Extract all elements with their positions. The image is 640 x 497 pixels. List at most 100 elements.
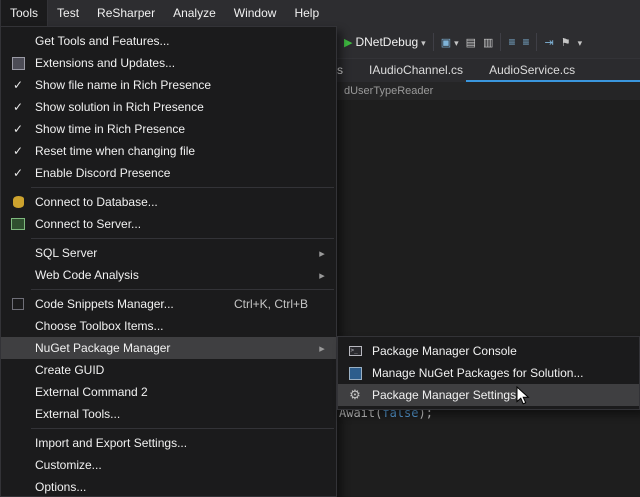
menu-item-label: SQL Server <box>35 246 310 260</box>
extensions-box-icon <box>12 57 25 70</box>
menubar-item-window[interactable]: Window <box>225 0 286 26</box>
menu-item-label: Extensions and Updates... <box>35 56 334 70</box>
menu-icon-slot <box>342 387 368 403</box>
menu-icon-slot <box>5 144 31 158</box>
tab-iaudiochannel[interactable]: IAudioChannel.cs <box>356 59 476 82</box>
submenu-arrow-icon <box>310 246 334 260</box>
menu-item-enable-discord-presence[interactable]: Enable Discord Presence <box>1 162 336 184</box>
submenu-item-manage-nuget-packages[interactable]: Manage NuGet Packages for Solution... <box>338 362 639 384</box>
chevron-down-icon[interactable] <box>454 35 459 49</box>
menu-item-nuget-package-manager[interactable]: NuGet Package Manager <box>1 337 336 359</box>
menu-item-label: Reset time when changing file <box>35 144 334 158</box>
list-icon <box>508 35 515 49</box>
menu-item-import-export-settings[interactable]: Import and Export Settings... <box>1 432 336 454</box>
menu-item-extensions-and-updates[interactable]: Extensions and Updates... <box>1 52 336 74</box>
gear-icon <box>349 387 361 403</box>
menu-item-label: External Tools... <box>35 407 334 421</box>
menu-item-label: External Command 2 <box>35 385 334 399</box>
menu-item-label: Code Snippets Manager... <box>35 297 234 311</box>
menu-item-web-code-analysis[interactable]: Web Code Analysis <box>1 264 336 286</box>
tools-menu: Get Tools and Features... Extensions and… <box>0 26 337 497</box>
toolbar-separator <box>433 33 434 51</box>
menu-item-reset-time[interactable]: Reset time when changing file <box>1 140 336 162</box>
tab-audioservice[interactable]: AudioService.cs <box>476 59 588 82</box>
menu-item-label: Enable Discord Presence <box>35 166 334 180</box>
menu-item-get-tools-and-features[interactable]: Get Tools and Features... <box>1 30 336 52</box>
menu-icon-slot <box>5 100 31 114</box>
document-icon <box>483 35 493 49</box>
play-icon <box>344 35 352 49</box>
console-icon <box>349 346 362 356</box>
menu-item-label: Show file name in Rich Presence <box>35 78 334 92</box>
menu-item-customize[interactable]: Customize... <box>1 454 336 476</box>
debug-target-label: DNetDebug <box>355 35 418 49</box>
menu-item-show-time[interactable]: Show time in Rich Presence <box>1 118 336 140</box>
menubar: Tools Test ReSharper Analyze Window Help <box>0 0 640 26</box>
check-icon <box>13 100 23 114</box>
list-button-2[interactable] <box>522 35 529 49</box>
menu-item-code-snippets-manager[interactable]: Code Snippets Manager... Ctrl+K, Ctrl+B <box>1 293 336 315</box>
menu-item-show-solution[interactable]: Show solution in Rich Presence <box>1 96 336 118</box>
submenu-arrow-icon <box>310 341 334 355</box>
menu-item-label: Create GUID <box>35 363 334 377</box>
snippet-box-icon <box>12 298 24 310</box>
menubar-item-resharper[interactable]: ReSharper <box>88 0 164 26</box>
menu-icon-slot <box>5 57 31 70</box>
chevron-down-icon[interactable] <box>421 35 426 49</box>
menu-icon-slot <box>5 166 31 180</box>
database-icon <box>13 196 24 208</box>
menu-icon-slot <box>5 298 31 310</box>
menu-item-connect-to-server[interactable]: Connect to Server... <box>1 213 336 235</box>
menu-item-external-command-2[interactable]: External Command 2 <box>1 381 336 403</box>
menu-icon-slot <box>5 78 31 92</box>
start-debugging-button[interactable]: DNetDebug <box>344 35 426 49</box>
menu-separator <box>31 187 334 188</box>
menubar-item-test[interactable]: Test <box>48 0 88 26</box>
split-pane-button[interactable] <box>466 35 476 49</box>
attach-button[interactable] <box>441 35 459 49</box>
indent-button[interactable] <box>544 35 553 49</box>
menu-item-shortcut: Ctrl+K, Ctrl+B <box>234 297 334 311</box>
menu-icon-slot <box>342 346 368 356</box>
bookmark-flag-icon <box>561 35 571 49</box>
menu-item-options[interactable]: Options... <box>1 476 336 497</box>
list-button-1[interactable] <box>508 35 515 49</box>
menu-item-label: Choose Toolbox Items... <box>35 319 334 333</box>
toolbar-separator <box>500 33 501 51</box>
list-icon <box>522 35 529 49</box>
menubar-item-tools[interactable]: Tools <box>0 0 48 26</box>
menubar-item-help[interactable]: Help <box>285 0 328 26</box>
member-dropdown[interactable]: dUserTypeReader <box>344 85 433 97</box>
server-icon <box>11 218 25 230</box>
menu-item-show-file-name[interactable]: Show file name in Rich Presence <box>1 74 336 96</box>
menu-icon-slot <box>5 122 31 136</box>
visual-studio-window: Tools Test ReSharper Analyze Window Help… <box>0 0 640 497</box>
menu-item-label: NuGet Package Manager <box>35 341 310 355</box>
bookmark-button[interactable] <box>561 35 571 49</box>
menu-icon-slot <box>342 367 368 380</box>
menu-item-label: Package Manager Settings <box>372 388 637 402</box>
document-button[interactable] <box>483 35 493 49</box>
menu-item-label: Show solution in Rich Presence <box>35 100 334 114</box>
menu-item-connect-to-database[interactable]: Connect to Database... <box>1 191 336 213</box>
toolbar-separator <box>536 33 537 51</box>
menu-item-sql-server[interactable]: SQL Server <box>1 242 336 264</box>
menu-item-external-tools[interactable]: External Tools... <box>1 403 336 425</box>
toolbar-overflow-button[interactable] <box>578 35 583 49</box>
menu-item-create-guid[interactable]: Create GUID <box>1 359 336 381</box>
menu-icon-slot <box>5 218 31 230</box>
check-icon <box>13 78 23 92</box>
check-icon <box>13 122 23 136</box>
menu-item-choose-toolbox-items[interactable]: Choose Toolbox Items... <box>1 315 336 337</box>
submenu-item-package-manager-console[interactable]: Package Manager Console <box>338 340 639 362</box>
mouse-cursor <box>516 386 530 406</box>
menu-item-label: Connect to Database... <box>35 195 334 209</box>
menubar-item-analyze[interactable]: Analyze <box>164 0 225 26</box>
package-grid-icon <box>349 367 362 380</box>
menu-separator <box>31 289 334 290</box>
menu-item-label: Get Tools and Features... <box>35 34 334 48</box>
menu-item-label: Customize... <box>35 458 334 472</box>
menu-item-label: Show time in Rich Presence <box>35 122 334 136</box>
check-icon <box>13 144 23 158</box>
submenu-item-package-manager-settings[interactable]: Package Manager Settings <box>338 384 639 406</box>
